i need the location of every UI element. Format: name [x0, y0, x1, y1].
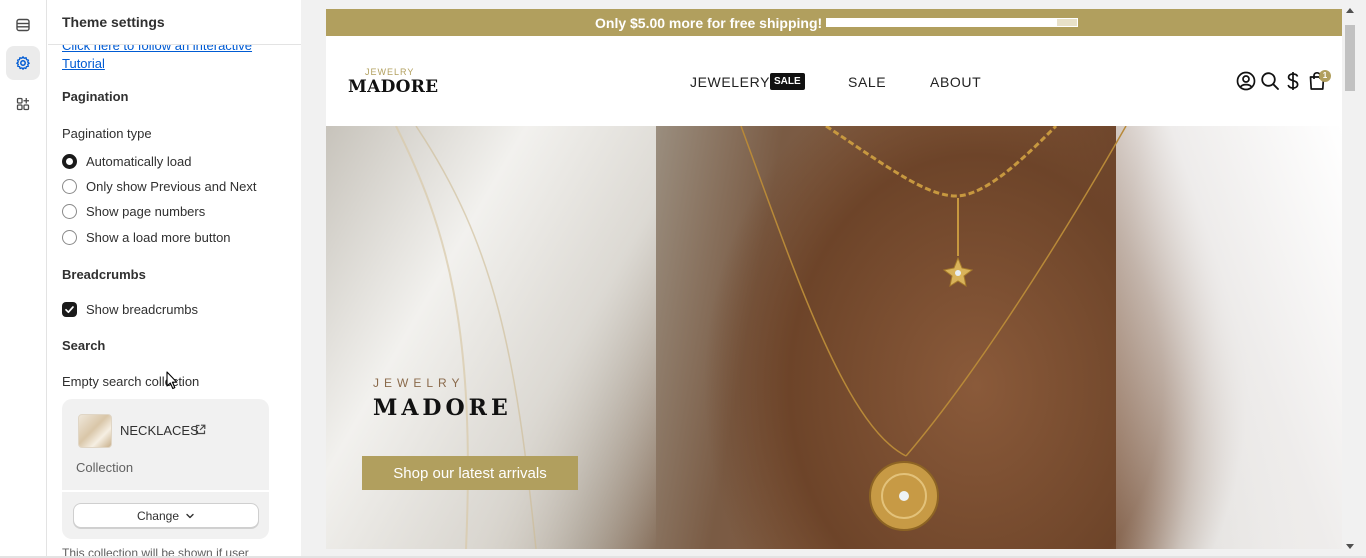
radio-selected[interactable]	[62, 154, 77, 169]
change-label: Change	[136, 508, 180, 523]
gear-icon	[16, 56, 30, 70]
divider	[62, 490, 269, 492]
pagination-option-prev-next[interactable]: Only show Previous and Next	[62, 179, 257, 194]
pagination-option-auto[interactable]: Automatically load	[62, 154, 192, 169]
external-link-icon[interactable]	[195, 424, 206, 435]
checkmark-icon	[65, 306, 74, 314]
store-logo[interactable]: MADORE	[348, 77, 438, 97]
scroll-up-arrow[interactable]	[1346, 8, 1354, 13]
theme-settings-panel: Theme settings Click here to follow an i…	[48, 0, 301, 558]
scrollbar-thumb[interactable]	[1345, 25, 1355, 91]
nav-jewelery[interactable]: JEWELERY	[690, 74, 770, 90]
sections-icon	[16, 18, 30, 32]
empty-search-collection-label: Empty search collection	[62, 374, 200, 389]
pagination-option-load-more[interactable]: Show a load more button	[62, 230, 231, 245]
currency-icon[interactable]	[1285, 71, 1301, 91]
hero-title: MADORE	[373, 395, 512, 421]
pagination-option-page-numbers[interactable]: Show page numbers	[62, 204, 205, 219]
collection-thumbnail	[78, 414, 112, 448]
pagination-heading: Pagination	[62, 89, 129, 104]
show-breadcrumbs-checkbox[interactable]	[62, 302, 77, 317]
mouse-cursor-icon	[166, 371, 178, 390]
breadcrumbs-heading: Breadcrumbs	[62, 267, 146, 282]
radio[interactable]	[62, 179, 77, 194]
pagination-type-label: Pagination type	[62, 126, 152, 141]
chevron-down-icon	[186, 513, 194, 518]
sale-badge: SALE	[770, 73, 805, 90]
collection-picker-card: NECKLACES Collection Change	[62, 399, 269, 539]
collection-type: Collection	[76, 460, 134, 475]
show-breadcrumbs-checkbox-row[interactable]: Show breadcrumbs	[62, 302, 198, 317]
editor-sidebar-rail	[0, 0, 47, 558]
panel-header: Theme settings	[48, 0, 301, 45]
sections-button[interactable]	[6, 8, 40, 42]
hero-kicker: JEWELRY	[373, 376, 465, 390]
tutorial-link[interactable]: Click here to follow an interactive Tuto…	[62, 45, 262, 73]
shipping-progress-fill	[827, 19, 1057, 26]
pagination-option-label: Automatically load	[86, 154, 192, 169]
scroll-down-arrow[interactable]	[1346, 544, 1354, 549]
theme-settings-button[interactable]	[6, 46, 40, 80]
announcement-bar: Only $5.00 more for free shipping!	[326, 9, 1342, 36]
panel-body: Click here to follow an interactive Tuto…	[48, 45, 283, 558]
store-header: JEWELRY MADORE JEWELERY SALE SALE ABOUT …	[326, 36, 1342, 126]
search-heading: Search	[62, 338, 106, 353]
apps-button[interactable]	[6, 87, 40, 121]
cart-count-badge: 1	[1319, 70, 1331, 82]
apps-icon	[16, 97, 30, 111]
pagination-option-label: Show a load more button	[86, 230, 231, 245]
theme-editor: Theme settings Click here to follow an i…	[0, 0, 1366, 558]
preview-scrollbar[interactable]	[1342, 0, 1358, 558]
storefront-preview: Only $5.00 more for free shipping! JEWEL…	[326, 9, 1342, 549]
nav-about[interactable]: ABOUT	[930, 74, 981, 90]
shipping-progress-bar	[826, 18, 1078, 27]
change-collection-button[interactable]: Change	[73, 503, 259, 528]
pagination-option-label: Show page numbers	[86, 204, 206, 219]
pagination-option-label: Only show Previous and Next	[86, 179, 257, 194]
show-breadcrumbs-label: Show breadcrumbs	[86, 302, 198, 317]
search-icon[interactable]	[1260, 71, 1280, 91]
shop-latest-arrivals-button[interactable]: Shop our latest arrivals	[362, 456, 578, 490]
radio[interactable]	[62, 204, 77, 219]
hero-banner: JEWELRY MADORE Shop our latest arrivals	[326, 126, 1342, 549]
account-icon[interactable]	[1236, 71, 1256, 91]
nav-sale[interactable]: SALE	[848, 74, 886, 90]
panel-title: Theme settings	[62, 14, 165, 30]
collection-name-link[interactable]: NECKLACES	[120, 423, 199, 438]
free-shipping-message: Only $5.00 more for free shipping!	[595, 15, 823, 31]
logo-tagline: JEWELRY	[365, 67, 415, 77]
radio[interactable]	[62, 230, 77, 245]
